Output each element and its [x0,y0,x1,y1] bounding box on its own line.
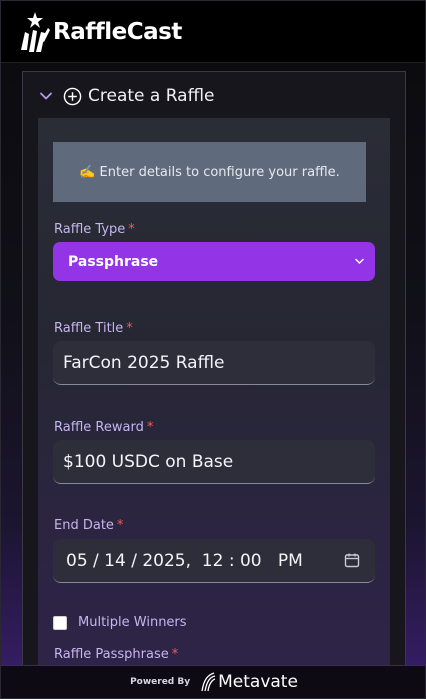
required-marker: * [146,420,154,435]
required-marker: * [126,321,133,336]
raffle-reward-input[interactable]: $100 USDC on Base [53,440,375,484]
raffle-type-value: Passphrase [68,253,159,270]
required-marker: * [128,222,135,237]
multiple-winners-label: Multiple Winners [78,615,187,630]
raffle-title-label-text: Raffle Title [54,321,124,336]
form-container: ✍️ Enter details to configure your raffl… [38,118,390,678]
metavate-name[interactable]: Metavate [218,672,298,692]
raffle-title-value: FarCon 2025 Raffle [63,352,225,373]
multiple-winners-row[interactable]: Multiple Winners [53,615,187,630]
info-banner: ✍️ Enter details to configure your raffl… [53,142,366,202]
raffle-reward-value: $100 USDC on Base [63,451,234,472]
end-date-label: End Date * [54,518,123,533]
raffle-type-label-text: Raffle Type [54,222,126,237]
chevron-down-icon[interactable] [39,89,53,103]
powered-by-text: Powered By [130,677,191,687]
top-bar: RaffleCast [1,1,425,63]
raffle-reward-label: Raffle Reward * [54,420,153,435]
create-raffle-panel: Create a Raffle ✍️ Enter details to conf… [22,71,406,678]
chevron-down-icon [355,258,364,265]
info-text: ✍️ Enter details to configure your raffl… [79,164,340,180]
metavate-logo-icon [201,672,216,692]
required-marker: * [116,518,124,533]
app-frame: RaffleCast Create a Raffle ✍️ Enter deta… [0,0,426,699]
required-marker: * [171,647,179,662]
end-date-input[interactable]: 05 / 14 / 2025, 12 : 00 PM [53,539,375,583]
raffle-title-input[interactable]: FarCon 2025 Raffle [53,341,375,385]
panel-header[interactable]: Create a Raffle [23,72,405,120]
end-date-value: 05 / 14 / 2025, 12 : 00 PM [66,550,303,571]
raffle-title-label: Raffle Title * [54,321,133,336]
raffle-reward-label-text: Raffle Reward [54,420,144,435]
end-date-label-text: End Date [54,518,114,533]
raffle-logo-icon [21,11,50,52]
calendar-icon[interactable] [344,552,360,568]
panel-title: Create a Raffle [88,86,215,106]
raffle-passphrase-label: Raffle Passphrase * [54,647,178,662]
footer: Powered By Metavate [1,665,425,698]
plus-circle-icon [63,87,82,105]
raffle-type-label: Raffle Type * [54,222,135,237]
raffle-passphrase-label-text: Raffle Passphrase [54,647,169,662]
raffle-type-select[interactable]: Passphrase [53,242,375,281]
app-brand: RaffleCast [53,18,182,45]
multiple-winners-checkbox[interactable] [53,615,67,630]
